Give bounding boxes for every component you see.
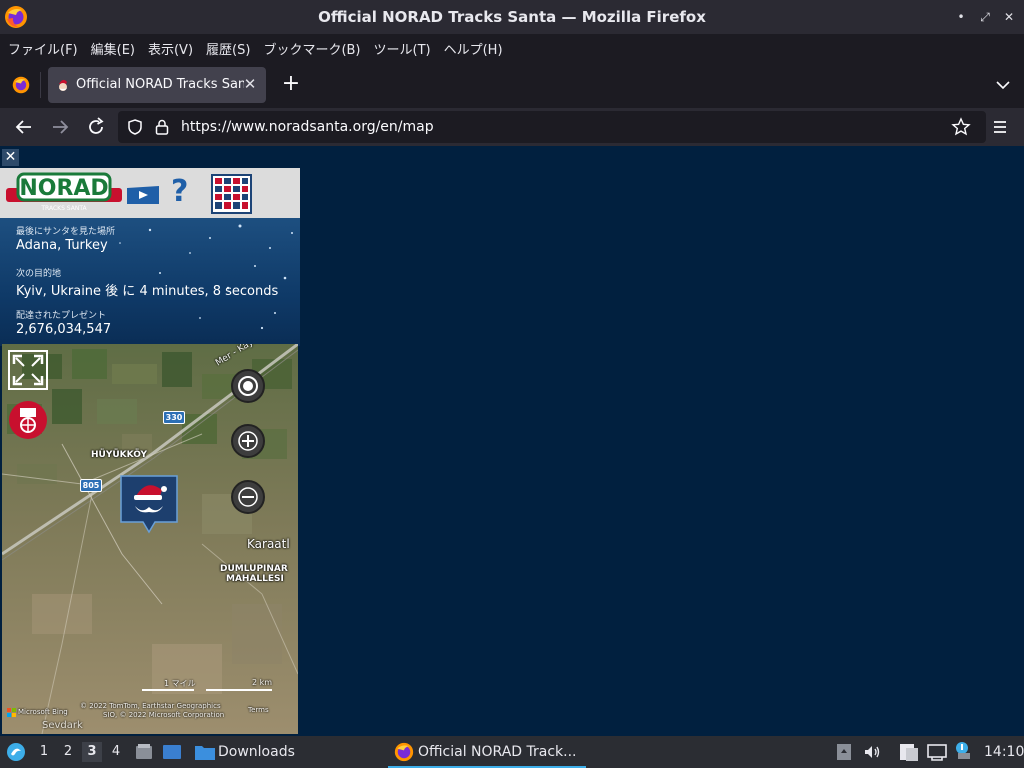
menu-help[interactable]: ヘルプ(H)	[444, 39, 503, 58]
place-mahallesi: MAHALLESI	[226, 574, 284, 584]
panel-header: NORAD TRACKS SANTA ?	[0, 168, 300, 218]
update-notification-icon[interactable]	[954, 740, 974, 762]
navigation-bar: https://www.noradsanta.org/en/map	[0, 108, 1024, 146]
url-bar[interactable]: https://www.noradsanta.org/en/map	[118, 111, 986, 143]
menu-file[interactable]: ファイル(F)	[8, 39, 78, 58]
task-label: Official NORAD Track...	[418, 744, 577, 760]
norad-emblem-icon[interactable]	[8, 400, 48, 440]
hamburger-menu-icon[interactable]	[988, 115, 1012, 139]
workspace-2[interactable]: 2	[58, 742, 78, 762]
last-seen-value: Adana, Turkey	[16, 238, 108, 253]
terms-link[interactable]: Terms	[248, 706, 269, 714]
road-shield-805: 805	[80, 479, 102, 492]
star-bookmark-icon[interactable]	[951, 117, 971, 137]
norad-logo[interactable]: NORAD TRACKS SANTA	[4, 170, 124, 214]
application-menu-icon[interactable]	[6, 742, 26, 762]
menu-tools[interactable]: ツール(T)	[374, 39, 431, 58]
forward-arrow-icon[interactable]	[48, 115, 72, 139]
url-text: https://www.noradsanta.org/en/map	[181, 119, 434, 135]
target-icon	[238, 376, 258, 396]
clock[interactable]: 14:10	[984, 744, 1024, 760]
firefox-icon	[394, 742, 414, 762]
show-desktop-icon[interactable]	[162, 742, 182, 762]
tab-norad[interactable]: Official NORAD Tracks Santa ✕	[48, 67, 266, 103]
tab-bar: Official NORAD Tracks Santa ✕ +	[0, 62, 1024, 108]
shield-icon[interactable]	[126, 118, 144, 136]
place-huyukkoy: HÜYÜKKÖY	[91, 450, 148, 460]
workspace-3[interactable]: 3	[82, 742, 102, 762]
minus-icon	[238, 487, 258, 507]
menu-history[interactable]: 履歴(S)	[206, 39, 250, 58]
workspace-4[interactable]: 4	[106, 742, 126, 762]
road-shield-330: 330	[163, 411, 185, 424]
taskbar: 1 2 3 4 Downloads Official NORAD Track..…	[0, 736, 1024, 768]
minimize-icon[interactable]: •	[952, 8, 970, 26]
reload-icon[interactable]	[84, 115, 108, 139]
scale-km: 2 km	[252, 678, 273, 687]
window-titlebar: Official NORAD Tracks Santa — Mozilla Fi…	[0, 0, 1024, 34]
tracker-panel: NORAD TRACKS SANTA ? 最後にサンタを見た場所 Adana, …	[0, 168, 300, 736]
santa-status-info: 最後にサンタを見た場所 Adana, Turkey 次の目的地 Kyiv, Uk…	[0, 218, 300, 346]
close-panel-button[interactable]: ✕	[2, 149, 19, 166]
help-question-icon[interactable]: ?	[171, 174, 188, 209]
microsoft-logo-icon	[7, 708, 16, 717]
tab-close-icon[interactable]: ✕	[242, 76, 258, 92]
last-seen-label: 最後にサンタを見た場所	[16, 227, 116, 237]
next-destination-label: 次の目的地	[16, 269, 62, 279]
notes-tray-icon[interactable]	[898, 742, 920, 762]
place-dumlupinar: DUMLUPINAR	[220, 564, 288, 574]
clipboard-tray-icon[interactable]	[836, 743, 852, 761]
chevron-down-icon[interactable]	[994, 76, 1012, 94]
zoom-in-button[interactable]	[231, 424, 265, 458]
logo-text: NORAD	[19, 176, 108, 201]
downloads-launcher[interactable]: Downloads	[218, 744, 295, 760]
attribution-line-1: © 2022 TomTom, Earthstar Geographics	[80, 702, 221, 710]
gifts-delivered-value: 2,676,034,547	[16, 322, 112, 337]
folder-icon[interactable]	[194, 742, 216, 762]
locate-santa-button[interactable]	[231, 369, 265, 403]
attribution-line-2: SIO, © 2022 Microsoft Corporation	[103, 711, 225, 719]
window-title: Official NORAD Tracks Santa — Mozilla Fi…	[318, 8, 706, 26]
santa-favicon-icon	[59, 79, 67, 91]
plus-icon	[238, 431, 258, 451]
taskbar-firefox-task[interactable]: Official NORAD Track...	[388, 736, 586, 768]
tab-separator	[40, 72, 41, 98]
gifts-delivered-label: 配達されたプレゼント	[16, 311, 107, 321]
advent-calendar-icon[interactable]	[211, 174, 252, 214]
menu-bookmarks[interactable]: ブックマーク(B)	[263, 39, 360, 58]
maximize-icon[interactable]: ⤢	[976, 8, 994, 26]
page-content: ✕ NORAD TRACKS SANTA ? 最後にサンタを見た場所 Adana…	[0, 146, 1024, 736]
close-window-icon[interactable]: ✕	[1000, 8, 1018, 26]
video-play-icon[interactable]	[125, 184, 161, 206]
file-manager-icon[interactable]	[134, 742, 154, 762]
menu-view[interactable]: 表示(V)	[148, 39, 193, 58]
place-bottom: Sevdark	[42, 720, 83, 731]
logo-subtext: TRACKS SANTA	[40, 205, 87, 212]
network-icon[interactable]	[926, 742, 948, 762]
scale-miles: 1 マイル	[164, 679, 196, 688]
fullscreen-icon[interactable]	[8, 350, 48, 390]
back-arrow-icon[interactable]	[12, 115, 36, 139]
bing-logo-text: Microsoft Bing	[18, 708, 68, 716]
menu-edit[interactable]: 編集(E)	[91, 39, 135, 58]
workspace-1[interactable]: 1	[34, 742, 54, 762]
lock-icon[interactable]	[154, 118, 170, 136]
new-tab-icon[interactable]: +	[279, 72, 303, 96]
santa-location-marker[interactable]	[119, 474, 179, 538]
menu-bar: ファイル(F) 編集(E) 表示(V) 履歴(S) ブックマーク(B) ツール(…	[0, 34, 1024, 62]
tab-label: Official NORAD Tracks Santa	[76, 77, 244, 92]
satellite-map[interactable]: 330 805 Mer - Kayseri Yo HÜYÜKKÖY Karaat…	[2, 344, 298, 734]
zoom-out-button[interactable]	[231, 480, 265, 514]
volume-icon[interactable]	[862, 742, 882, 762]
place-karaat: Karaatl	[247, 537, 290, 551]
next-destination-value: Kyiv, Ukraine 後 に 4 minutes, 8 seconds	[16, 284, 279, 299]
firefox-view-icon[interactable]	[12, 76, 30, 94]
